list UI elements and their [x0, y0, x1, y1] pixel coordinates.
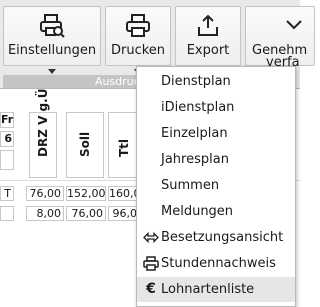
column-header-ttl-label: Ttl [117, 138, 131, 157]
table-cell: T [0, 186, 14, 201]
printer-icon [143, 256, 159, 271]
euro-icon: € [146, 281, 156, 297]
table-cell: 8,00 [26, 206, 64, 221]
menu-item-stundennachweis[interactable]: Stundennachweis [137, 251, 295, 276]
menu-item-einzelplan[interactable]: Einzelplan [137, 121, 295, 146]
menu-item-meldungen[interactable]: Meldungen [137, 199, 295, 224]
menu-item-label: Lohnartenliste [161, 282, 255, 297]
menu-item-label: Einzelplan [161, 126, 228, 141]
printer-icon [126, 14, 150, 37]
day-header-fr: Fr [0, 112, 14, 128]
menu-item-label: Stundennachweis [161, 256, 276, 271]
menu-item-dienstplan[interactable]: Dienstplan [137, 69, 295, 94]
export-button[interactable]: Export [175, 6, 241, 66]
menu-item-label: iDienstplan [161, 100, 235, 115]
einstellungen-label: Einstellungen [7, 43, 97, 58]
menu-item-summen[interactable]: Summen [137, 173, 295, 198]
menu-item-label: Jahresplan [161, 152, 229, 167]
genehmigung-button[interactable]: Genehm verfa [245, 6, 315, 70]
einstellungen-chevron-down-icon[interactable] [48, 69, 56, 74]
chevron-icon [286, 20, 302, 30]
day-header-empty [0, 150, 14, 170]
menu-item-jahresplan[interactable]: Jahresplan [137, 147, 295, 172]
drucken-label: Drucken [110, 43, 166, 58]
menu-item-label: Meldungen [161, 204, 234, 219]
menu-item-lohnartenliste[interactable]: € Lohnartenliste [137, 277, 295, 302]
export-icon [198, 14, 218, 36]
day-header-6: 6 [0, 131, 14, 147]
menu-item-label: Dienstplan [161, 74, 231, 89]
printer-search-icon [40, 14, 65, 38]
print-dropdown-menu: Dienstplan iDienstplan Einzelplan Jahres… [136, 66, 296, 307]
menu-item-label: Summen [161, 178, 220, 193]
column-header-drz-label: DRZ V g.Ü [36, 88, 50, 157]
einstellungen-button[interactable]: Einstellungen [3, 6, 101, 66]
table-cell: 152,00 [66, 186, 106, 201]
column-header-soll: Soll [66, 112, 104, 178]
table-cell: 76,00 [66, 206, 106, 221]
column-header-soll-label: Soll [78, 131, 92, 157]
menu-item-idienstplan[interactable]: iDienstplan [137, 95, 295, 120]
table-cell: 76,00 [26, 186, 64, 201]
drucken-button[interactable]: Drucken [105, 6, 171, 66]
menu-item-label: Besetzungsansicht [161, 230, 284, 245]
table-cell [0, 206, 14, 221]
export-label: Export [186, 43, 230, 58]
left-right-arrow-icon [143, 231, 159, 244]
menu-item-besetzungsansicht[interactable]: Besetzungsansicht [137, 225, 295, 250]
column-header-drz: DRZ V g.Ü [29, 89, 57, 178]
